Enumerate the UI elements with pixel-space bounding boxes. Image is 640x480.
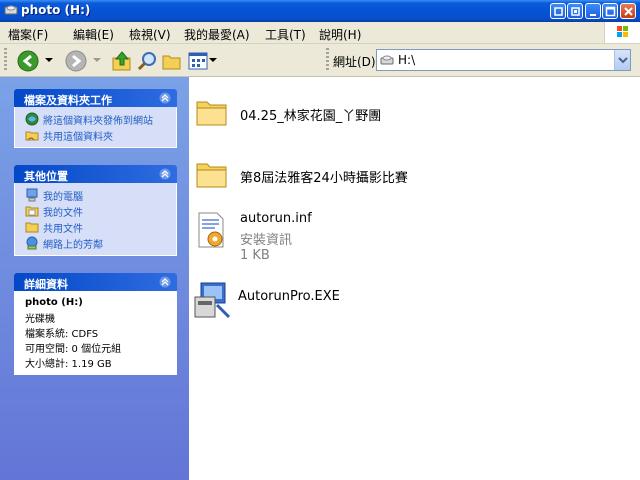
- cd-drive-icon: [4, 5, 18, 15]
- publish-folder-link[interactable]: 將這個資料夾發佈到網站: [21, 111, 170, 127]
- file-size: 1 KB: [240, 248, 270, 263]
- file-name: 04.25_林家花園_丫野團: [240, 109, 382, 124]
- my-documents-link[interactable]: 我的文件: [21, 203, 170, 219]
- address-bar[interactable]: H:\: [376, 49, 631, 71]
- link-label: 共用這個資料夾: [43, 132, 113, 143]
- minimize-to-tray-button[interactable]: [550, 3, 566, 19]
- title-bar[interactable]: photo (H:): [0, 0, 640, 22]
- other-places-panel: 其他位置 我的電腦 我的文件 共用文件 網路上的芳鄰: [14, 165, 177, 256]
- address-label: 網址(D): [333, 55, 376, 69]
- link-label: 將這個資料夾發佈到網站: [43, 116, 153, 127]
- menu-edit[interactable]: 編輯(E): [73, 26, 114, 43]
- details-file-system: 檔案系統: CDFS: [25, 329, 99, 340]
- details-panel: 詳細資料 photo (H:) 光碟機 檔案系統: CDFS 可用空間: 0 個…: [14, 273, 177, 375]
- windows-logo: [604, 22, 640, 43]
- window-title: photo (H:): [21, 3, 91, 17]
- rollup-button[interactable]: [567, 3, 583, 19]
- shared-documents-icon: [25, 222, 39, 233]
- close-icon: [624, 7, 633, 16]
- file-folder-tasks-panel: 檔案及資料夾工作 將這個資料夾發佈到網站 共用這個資料夾: [14, 89, 177, 148]
- file-item-folder[interactable]: 第8屆法雅客24小時攝影比賽: [195, 157, 475, 193]
- file-item-setup-info[interactable]: autorun.inf 安裝資訊 1 KB: [195, 211, 395, 265]
- rollup-icon: [571, 7, 580, 16]
- setup-info-file-icon: [198, 212, 224, 248]
- toolbar-grip[interactable]: [4, 48, 7, 72]
- file-name: autorun.inf: [240, 211, 312, 226]
- menu-tools[interactable]: 工具(T): [265, 26, 306, 43]
- back-dropdown-icon[interactable]: [44, 56, 54, 64]
- collapse-icon[interactable]: [159, 92, 171, 104]
- link-label: 網路上的芳鄰: [43, 240, 103, 251]
- views-icon[interactable]: [186, 49, 210, 73]
- network-places-link[interactable]: 網路上的芳鄰: [21, 235, 170, 251]
- cd-drive-icon: [380, 55, 394, 65]
- panel-title: 詳細資料: [24, 278, 68, 291]
- menu-bar: 檔案(F) 編輯(E) 檢視(V) 我的最愛(A) 工具(T) 說明(H): [0, 22, 640, 44]
- back-icon[interactable]: [16, 49, 40, 73]
- details-free-space: 可用空間: 0 個位元組: [25, 344, 122, 355]
- details-total-size: 大小總計: 1.19 GB: [25, 359, 112, 370]
- file-item-executable[interactable]: AutorunPro.EXE: [193, 279, 393, 323]
- maximize-button[interactable]: [602, 3, 618, 19]
- panel-header[interactable]: 詳細資料: [14, 273, 177, 291]
- address-input[interactable]: H:\: [398, 53, 415, 67]
- panel-body: 將這個資料夾發佈到網站 共用這個資料夾: [14, 107, 177, 148]
- file-name: AutorunPro.EXE: [238, 289, 340, 304]
- panel-body: photo (H:) 光碟機 檔案系統: CDFS 可用空間: 0 個位元組 大…: [14, 291, 177, 375]
- share-folder-link[interactable]: 共用這個資料夾: [21, 127, 170, 143]
- details-drive-name: photo (H:): [25, 297, 83, 308]
- link-label: 我的電腦: [43, 192, 83, 203]
- panel-header[interactable]: 檔案及資料夾工作: [14, 89, 177, 107]
- file-item-folder[interactable]: 04.25_林家花園_丫野團: [195, 95, 475, 131]
- windows-flag-icon: [617, 26, 628, 37]
- forward-icon[interactable]: [64, 49, 88, 73]
- collapse-icon[interactable]: [159, 168, 171, 180]
- file-list[interactable]: 04.25_林家花園_丫野團 第8屆法雅客24小時攝影比賽 autorun.in…: [189, 77, 640, 480]
- task-pane: 檔案及資料夾工作 將這個資料夾發佈到網站 共用這個資料夾 其他位置 我的電腦 我…: [0, 77, 189, 480]
- up-folder-icon[interactable]: [110, 49, 134, 73]
- menu-help[interactable]: 說明(H): [319, 26, 361, 43]
- publish-web-icon: [25, 112, 39, 126]
- link-label: 共用文件: [43, 224, 83, 235]
- link-label: 我的文件: [43, 208, 83, 219]
- forward-dropdown-icon[interactable]: [92, 56, 102, 64]
- installer-exe-icon: [194, 282, 231, 319]
- folders-icon[interactable]: [160, 49, 184, 73]
- maximize-icon: [605, 6, 616, 17]
- address-grip[interactable]: [326, 48, 329, 72]
- minimize-icon: [590, 14, 596, 16]
- chevron-down-icon: [618, 57, 628, 64]
- search-icon[interactable]: [136, 49, 160, 73]
- file-type: 安裝資訊: [240, 233, 293, 248]
- panel-title: 檔案及資料夾工作: [24, 94, 112, 107]
- my-computer-icon: [26, 188, 38, 202]
- share-folder-icon: [25, 131, 39, 141]
- folder-icon: [196, 101, 227, 126]
- folder-icon: [196, 163, 227, 188]
- menu-view[interactable]: 檢視(V): [129, 26, 171, 43]
- tray-icon: [554, 7, 563, 16]
- panel-body: 我的電腦 我的文件 共用文件 網路上的芳鄰: [14, 183, 177, 256]
- close-button[interactable]: [620, 3, 636, 19]
- address-dropdown-button[interactable]: [614, 50, 630, 70]
- panel-header[interactable]: 其他位置: [14, 165, 177, 183]
- details-drive-type: 光碟機: [25, 314, 55, 325]
- file-name: 第8屆法雅客24小時攝影比賽: [240, 171, 408, 186]
- my-computer-link[interactable]: 我的電腦: [21, 187, 170, 203]
- menu-favorites[interactable]: 我的最愛(A): [184, 26, 250, 43]
- views-dropdown-icon[interactable]: [208, 56, 218, 64]
- collapse-icon[interactable]: [159, 276, 171, 288]
- menu-file[interactable]: 檔案(F): [8, 26, 48, 43]
- network-places-icon: [26, 236, 38, 250]
- panel-title: 其他位置: [24, 170, 68, 183]
- minimize-button[interactable]: [585, 3, 601, 19]
- my-documents-icon: [25, 206, 39, 217]
- shared-documents-link[interactable]: 共用文件: [21, 219, 170, 235]
